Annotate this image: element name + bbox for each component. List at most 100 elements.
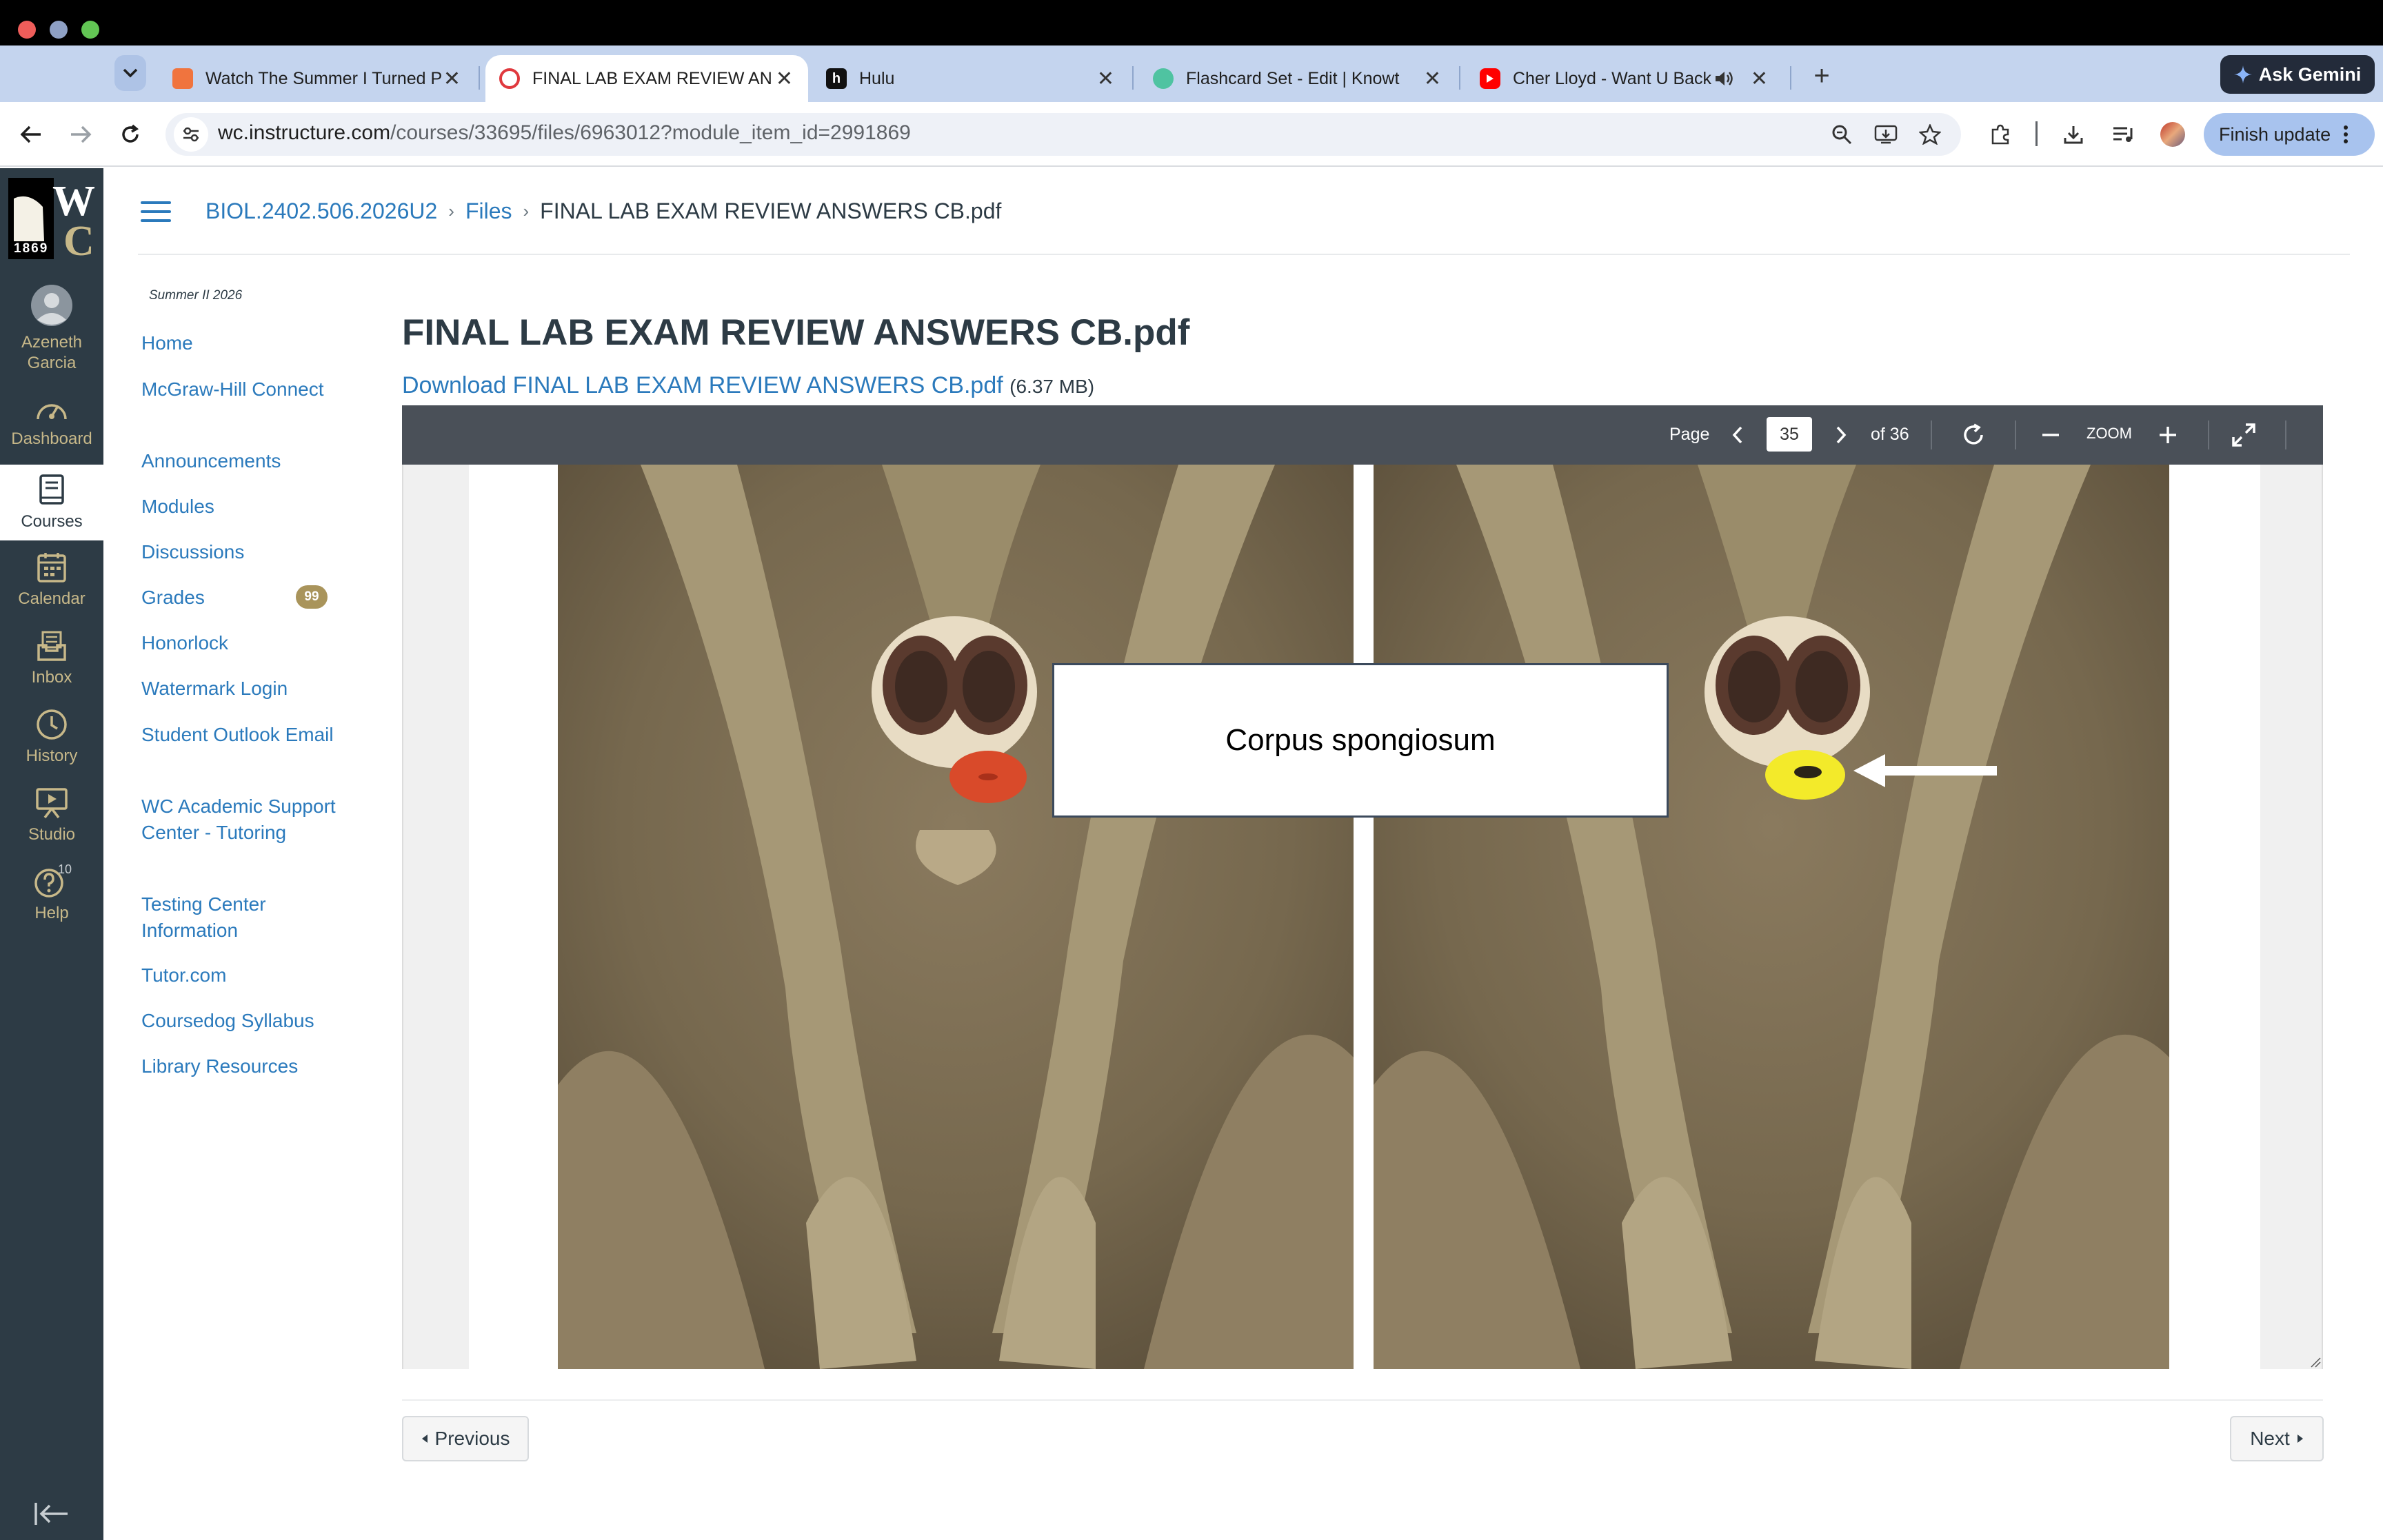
tab-final-lab-exam[interactable]: FINAL LAB EXAM REVIEW AN ✕ xyxy=(485,55,808,102)
zoom-label: ZOOM xyxy=(2087,425,2132,442)
tab-separator xyxy=(479,66,480,90)
caret-right-icon xyxy=(2297,1435,2303,1443)
global-nav-calendar[interactable]: Calendar xyxy=(0,551,103,620)
tab-youtube-cher-lloyd[interactable]: Cher Lloyd - Want U Back ✕ xyxy=(1466,55,1783,102)
tab-close-icon[interactable]: ✕ xyxy=(443,67,461,91)
zoom-in-button[interactable] xyxy=(2153,419,2183,451)
tab-close-icon[interactable]: ✕ xyxy=(1097,67,1114,91)
course-nav-announcements[interactable]: Announcements xyxy=(141,448,348,474)
ask-gemini-button[interactable]: Ask Gemini xyxy=(2220,55,2375,94)
fullscreen-button[interactable] xyxy=(2229,419,2259,451)
next-button[interactable]: Next xyxy=(2230,1416,2324,1461)
toolbar-separator xyxy=(2208,421,2209,449)
tab-separator xyxy=(1790,66,1791,90)
global-nav-dashboard[interactable]: Dashboard xyxy=(0,396,103,465)
course-nav-mcgraw-hill[interactable]: McGraw-Hill Connect xyxy=(141,376,348,403)
window-zoom-button[interactable] xyxy=(81,21,99,39)
course-nav-modules[interactable]: Modules xyxy=(141,494,348,520)
course-nav-discussions[interactable]: Discussions xyxy=(141,539,348,565)
breadcrumb: BIOL.2402.506.2026U2 › Files › FINAL LAB… xyxy=(205,199,1001,224)
plus-icon xyxy=(2160,427,2176,443)
media-controls-button[interactable] xyxy=(2107,119,2139,150)
toolbar-separator xyxy=(2015,421,2016,449)
back-button[interactable] xyxy=(14,117,48,152)
tab-close-icon[interactable]: ✕ xyxy=(776,67,793,91)
global-nav-label: History xyxy=(26,747,78,765)
previous-button[interactable]: Previous xyxy=(402,1416,529,1461)
zoom-out-button[interactable] xyxy=(2035,419,2066,451)
next-page-button[interactable] xyxy=(1826,419,1856,451)
global-nav-label: Courses xyxy=(21,512,83,531)
tab-hulu[interactable]: h Hulu ✕ xyxy=(812,55,1129,102)
courses-icon xyxy=(39,474,64,505)
forward-button[interactable] xyxy=(63,117,98,152)
ask-gemini-label: Ask Gemini xyxy=(2258,63,2362,85)
college-logo[interactable]: W C 1869 xyxy=(8,178,97,265)
rotate-button[interactable] xyxy=(1958,419,1989,451)
window-minimize-button[interactable] xyxy=(50,21,68,39)
bookmark-button[interactable] xyxy=(1914,119,1946,150)
tab-knowt-flashcards[interactable]: Flashcard Set - Edit | Knowt ✕ xyxy=(1139,55,1456,102)
install-app-button[interactable] xyxy=(1870,119,1902,150)
global-nav-inbox[interactable]: Inbox xyxy=(0,630,103,699)
profile-avatar-icon xyxy=(2160,122,2185,147)
course-nav-watermark-login[interactable]: Watermark Login xyxy=(141,676,348,702)
download-icon xyxy=(2064,126,2083,144)
url-text[interactable]: wc.instructure.com/courses/33695/files/6… xyxy=(218,121,911,145)
canvas-favicon-icon xyxy=(499,68,520,89)
chevron-right-icon xyxy=(1836,426,1847,444)
playlist-icon xyxy=(2113,127,2133,142)
zoom-indicator-button[interactable] xyxy=(1826,119,1858,150)
course-nav-coursedog-syllabus[interactable]: Coursedog Syllabus xyxy=(141,1008,348,1034)
profile-avatar[interactable] xyxy=(2157,119,2189,150)
global-nav-help[interactable]: 10 Help xyxy=(0,862,103,935)
avatar-icon xyxy=(31,285,72,326)
hulu-favicon-icon: h xyxy=(826,68,847,89)
toolbar-separator xyxy=(1931,421,1932,449)
chevron-right-icon: › xyxy=(523,201,530,221)
previous-page-button[interactable] xyxy=(1722,419,1753,451)
tab-separator xyxy=(1132,66,1134,90)
footer-divider xyxy=(402,1399,2323,1401)
new-tab-button[interactable]: + xyxy=(1804,58,1840,94)
site-info-button[interactable] xyxy=(174,117,208,152)
prime-video-favicon-icon xyxy=(172,68,193,89)
window-close-button[interactable] xyxy=(18,21,36,39)
hamburger-bar xyxy=(141,201,171,204)
course-nav-outlook-email[interactable]: Student Outlook Email xyxy=(141,722,348,748)
tab-search-button[interactable] xyxy=(114,55,146,91)
resize-grip-icon[interactable] xyxy=(2310,1357,2321,1368)
course-nav-honorlock[interactable]: Honorlock xyxy=(141,630,348,656)
inbox-icon xyxy=(37,631,66,661)
global-nav-studio[interactable]: Studio xyxy=(0,787,103,856)
download-file-link[interactable]: Download FINAL LAB EXAM REVIEW ANSWERS C… xyxy=(402,372,1003,398)
tab-summer-i-turned-pretty[interactable]: Watch The Summer I Turned P ✕ xyxy=(159,55,476,102)
speaker-icon[interactable] xyxy=(1714,70,1735,88)
hamburger-bar xyxy=(141,219,171,222)
global-nav-history[interactable]: History xyxy=(0,709,103,778)
global-nav-courses[interactable]: Courses xyxy=(0,465,103,540)
tab-close-icon[interactable]: ✕ xyxy=(1424,67,1441,91)
tune-icon xyxy=(183,127,199,142)
reload-button[interactable] xyxy=(113,117,148,152)
tab-close-icon[interactable]: ✕ xyxy=(1751,67,1768,91)
course-nav-testing-center[interactable]: Testing Center Information xyxy=(141,891,348,944)
breadcrumb-course-link[interactable]: BIOL.2402.506.2026U2 xyxy=(205,199,437,224)
page-number-input[interactable]: 35 xyxy=(1767,417,1812,452)
global-nav-account[interactable]: Azeneth Garcia xyxy=(0,281,103,374)
chevron-down-icon xyxy=(123,68,138,78)
fullscreen-icon xyxy=(2232,423,2255,447)
course-menu-toggle[interactable] xyxy=(141,201,171,222)
screen-top-bar xyxy=(0,0,2383,45)
course-nav-tutor-com[interactable]: Tutor.com xyxy=(141,962,348,989)
course-nav-home[interactable]: Home xyxy=(141,330,348,356)
collapse-nav-button[interactable] xyxy=(33,1500,70,1528)
tab-title: Flashcard Set - Edit | Knowt xyxy=(1186,68,1400,88)
finish-update-button[interactable]: Finish update xyxy=(2204,113,2375,156)
breadcrumb-files-link[interactable]: Files xyxy=(465,199,512,224)
downloads-button[interactable] xyxy=(2058,119,2089,150)
arrow-left-icon xyxy=(20,125,41,143)
course-nav-academic-support[interactable]: WC Academic Support Center - Tutoring xyxy=(141,793,348,846)
course-nav-library-resources[interactable]: Library Resources xyxy=(141,1053,348,1080)
extensions-button[interactable] xyxy=(1984,119,2016,150)
